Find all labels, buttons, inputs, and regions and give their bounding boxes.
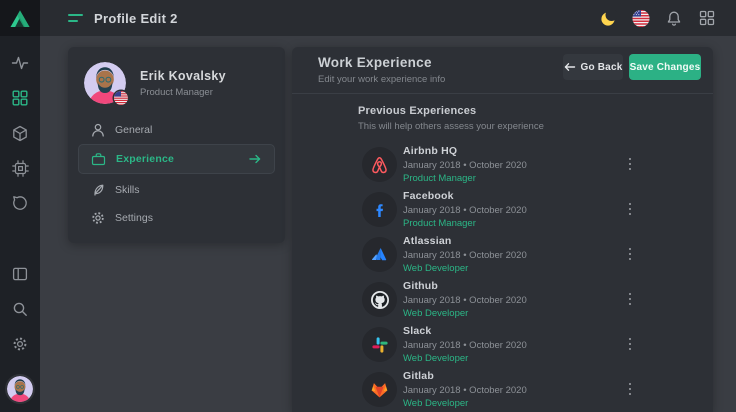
row-options-icon[interactable] xyxy=(625,199,635,219)
experience-row-gitlab: Gitlab January 2018 • October 2020 Web D… xyxy=(292,367,713,412)
work-experience-panel: Work Experience Edit your work experienc… xyxy=(292,47,713,412)
company-dates: January 2018 • October 2020 xyxy=(403,385,527,396)
feather-icon xyxy=(90,183,105,198)
company-role: Web Developer xyxy=(403,398,527,409)
company-dates: January 2018 • October 2020 xyxy=(403,250,527,261)
nav-item-label: Settings xyxy=(115,212,153,224)
airbnb-logo xyxy=(362,147,397,182)
facebook-logo xyxy=(362,192,397,227)
nav-item-settings[interactable]: Settings xyxy=(78,206,275,230)
moon-icon[interactable] xyxy=(599,9,617,27)
company-role: Product Manager xyxy=(403,218,527,229)
app-logo[interactable] xyxy=(0,0,40,36)
arrow-right-icon xyxy=(248,153,262,165)
section-header: Previous Experiences This will help othe… xyxy=(358,105,544,132)
go-back-button[interactable]: Go Back xyxy=(563,54,623,80)
nav-item-general[interactable]: General xyxy=(78,118,275,142)
company-dates: January 2018 • October 2020 xyxy=(403,160,527,171)
row-options-icon[interactable] xyxy=(625,379,635,399)
menu-toggle-icon[interactable] xyxy=(68,14,84,22)
cube-icon[interactable] xyxy=(11,124,29,142)
arrow-left-icon xyxy=(564,62,576,72)
panel-subtitle: Edit your work experience info xyxy=(318,74,445,85)
person-icon xyxy=(90,123,105,138)
company-role: Web Developer xyxy=(403,308,527,319)
company-name: Slack xyxy=(403,325,527,337)
avatar xyxy=(84,62,126,104)
profile-nav-card: Erik Kovalsky Product Manager General Ex… xyxy=(68,47,285,243)
nav-item-skills[interactable]: Skills xyxy=(78,178,275,202)
topbar-actions xyxy=(599,9,736,27)
activity-icon[interactable] xyxy=(11,54,29,72)
profile-name: Erik Kovalsky xyxy=(140,69,226,83)
panel-title: Work Experience xyxy=(318,55,432,70)
triangle-logo-icon xyxy=(9,8,31,29)
us-flag-icon[interactable] xyxy=(632,9,650,27)
nav-item-label: Skills xyxy=(115,184,140,196)
experience-list: Airbnb HQ January 2018 • October 2020 Pr… xyxy=(292,142,713,412)
search-icon[interactable] xyxy=(11,300,29,318)
gear-icon[interactable] xyxy=(11,335,29,353)
github-logo xyxy=(362,282,397,317)
panel-header: Work Experience Edit your work experienc… xyxy=(292,47,713,94)
company-name: Facebook xyxy=(403,190,527,202)
dashboard-icon[interactable] xyxy=(11,89,29,107)
company-name: Gitlab xyxy=(403,370,527,382)
atlassian-logo xyxy=(362,237,397,272)
section-subtitle: This will help others assess your experi… xyxy=(358,121,544,132)
go-back-label: Go Back xyxy=(581,62,623,73)
row-options-icon[interactable] xyxy=(625,244,635,264)
topbar: Profile Edit 2 xyxy=(0,0,736,36)
chat-icon[interactable] xyxy=(11,194,29,212)
company-dates: January 2018 • October 2020 xyxy=(403,340,527,351)
experience-row-facebook: Facebook January 2018 • October 2020 Pro… xyxy=(292,187,713,232)
profile-header: Erik Kovalsky Product Manager xyxy=(84,62,226,104)
layout-icon[interactable] xyxy=(11,265,29,283)
nav-item-label: Experience xyxy=(116,153,174,165)
company-name: Atlassian xyxy=(403,235,527,247)
avatar-flag-badge xyxy=(114,91,128,105)
nav-item-label: General xyxy=(115,124,152,136)
row-options-icon[interactable] xyxy=(625,289,635,309)
company-dates: January 2018 • October 2020 xyxy=(403,295,527,306)
rail-user-avatar[interactable] xyxy=(7,376,33,402)
cpu-icon[interactable] xyxy=(11,159,29,177)
row-options-icon[interactable] xyxy=(625,334,635,354)
gitlab-logo xyxy=(362,372,397,407)
experience-row-atlassian: Atlassian January 2018 • October 2020 We… xyxy=(292,232,713,277)
slack-logo xyxy=(362,327,397,362)
save-changes-button[interactable]: Save Changes xyxy=(629,54,701,80)
company-role: Web Developer xyxy=(403,263,527,274)
company-name: Airbnb HQ xyxy=(403,145,527,157)
company-name: Github xyxy=(403,280,527,292)
bell-icon[interactable] xyxy=(665,9,683,27)
experience-row-airbnb: Airbnb HQ January 2018 • October 2020 Pr… xyxy=(292,142,713,187)
company-dates: January 2018 • October 2020 xyxy=(403,205,527,216)
briefcase-icon xyxy=(91,152,106,167)
row-options-icon[interactable] xyxy=(625,154,635,174)
company-role: Web Developer xyxy=(403,353,527,364)
page-title: Profile Edit 2 xyxy=(94,11,178,26)
section-title: Previous Experiences xyxy=(358,105,544,117)
app-grid-icon[interactable] xyxy=(698,9,716,27)
gear-icon xyxy=(90,211,105,226)
company-role: Product Manager xyxy=(403,173,527,184)
experience-row-github: Github January 2018 • October 2020 Web D… xyxy=(292,277,713,322)
experience-row-slack: Slack January 2018 • October 2020 Web De… xyxy=(292,322,713,367)
left-icon-rail xyxy=(0,36,40,412)
nav-item-experience[interactable]: Experience xyxy=(78,144,275,174)
profile-role: Product Manager xyxy=(140,87,226,98)
